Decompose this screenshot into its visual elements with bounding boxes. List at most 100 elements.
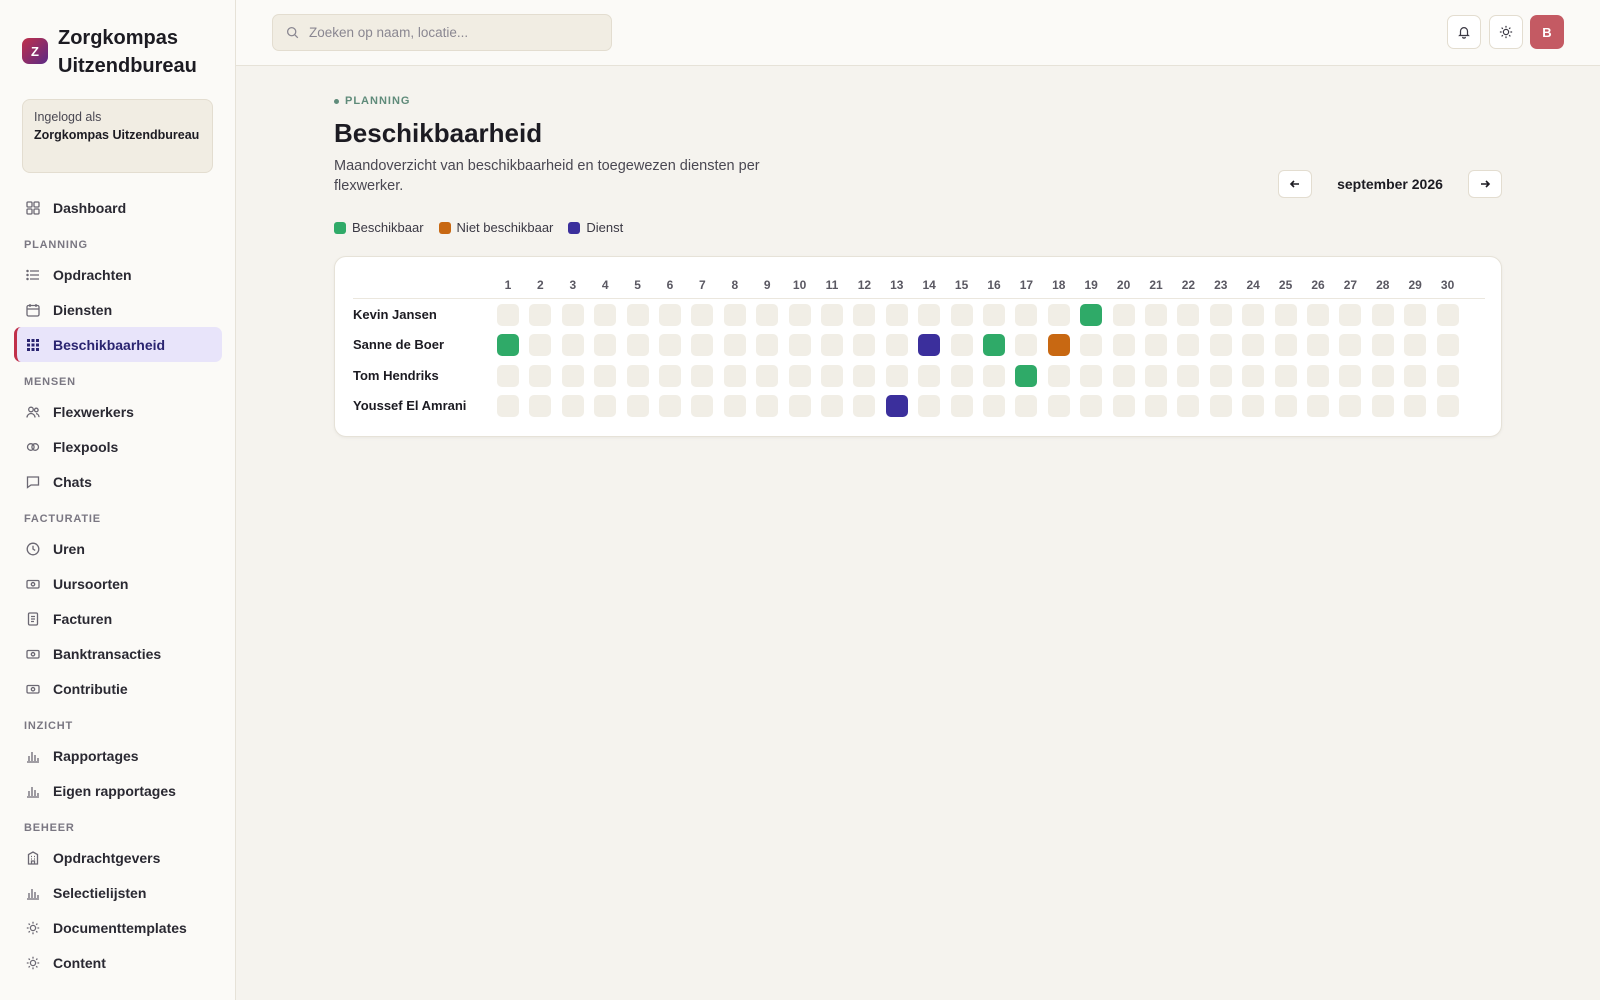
day-cell-empty[interactable] [821,304,843,326]
day-cell-empty[interactable] [1371,334,1394,357]
day-cell-empty[interactable] [1242,394,1265,417]
day-cell-empty[interactable] [1274,394,1297,417]
sidebar-item-eigen-rapportages[interactable]: Eigen rapportages [14,773,222,808]
day-cell-empty[interactable] [885,304,908,326]
day-cell-empty[interactable] [983,364,1005,387]
day-cell-empty[interactable] [1307,304,1329,326]
day-cell-empty[interactable] [529,304,552,326]
day-cell-empty[interactable] [788,304,811,326]
day-cell-empty[interactable] [1145,334,1167,357]
day-cell-empty[interactable] [821,364,843,387]
sidebar-item-flexpools[interactable]: Flexpools [14,429,222,464]
flexworker-name[interactable]: Tom Hendriks [353,368,439,383]
day-cell-empty[interactable] [594,334,617,357]
day-cell-beschikbaar[interactable] [1015,364,1038,387]
day-cell-empty[interactable] [983,304,1005,326]
day-cell-beschikbaar[interactable] [497,334,519,357]
day-cell-empty[interactable] [1209,334,1232,357]
day-cell-empty[interactable] [594,364,617,387]
day-cell-empty[interactable] [918,364,941,387]
day-cell-empty[interactable] [1177,364,1200,387]
day-cell-empty[interactable] [1242,304,1265,326]
day-cell-empty[interactable] [1177,394,1200,417]
day-cell-empty[interactable] [885,364,908,387]
previous-month-button[interactable] [1278,170,1312,198]
day-cell-empty[interactable] [659,364,681,387]
day-cell-empty[interactable] [1274,334,1297,357]
day-cell-empty[interactable] [723,334,746,357]
day-cell-empty[interactable] [561,364,584,387]
day-cell-empty[interactable] [918,304,941,326]
day-cell-empty[interactable] [691,394,714,417]
day-cell-empty[interactable] [950,364,973,387]
day-cell-empty[interactable] [756,394,779,417]
sidebar-item-opdrachten[interactable]: Opdrachten [14,257,222,292]
sidebar-item-content[interactable]: Content [14,945,222,980]
day-cell-empty[interactable] [950,394,973,417]
day-cell-empty[interactable] [788,334,811,357]
day-cell-empty[interactable] [1112,364,1135,387]
day-cell-empty[interactable] [821,394,843,417]
day-cell-empty[interactable] [1015,304,1038,326]
sidebar-item-contributie[interactable]: Contributie [14,671,222,706]
sidebar-item-facturen[interactable]: Facturen [14,601,222,636]
day-cell-empty[interactable] [691,364,714,387]
day-cell-empty[interactable] [1307,364,1329,387]
day-cell-empty[interactable] [950,304,973,326]
day-cell-empty[interactable] [788,394,811,417]
sidebar-item-opdrachtgevers[interactable]: Opdrachtgevers [14,840,222,875]
day-cell-empty[interactable] [983,394,1005,417]
notifications-button[interactable] [1447,15,1481,49]
day-cell-empty[interactable] [1274,304,1297,326]
day-cell-empty[interactable] [853,364,876,387]
day-cell-empty[interactable] [1436,304,1459,326]
day-cell-empty[interactable] [1339,334,1362,357]
day-cell-empty[interactable] [1145,394,1167,417]
search-bar[interactable] [272,14,612,51]
day-cell-empty[interactable] [853,394,876,417]
day-cell-empty[interactable] [691,304,714,326]
day-cell-empty[interactable] [1371,394,1394,417]
day-cell-empty[interactable] [659,394,681,417]
day-cell-beschikbaar[interactable] [1080,304,1103,326]
sidebar-item-uursoorten[interactable]: Uursoorten [14,566,222,601]
day-cell-empty[interactable] [1080,394,1103,417]
day-cell-empty[interactable] [788,364,811,387]
brand[interactable]: Z Zorgkompas Uitzendbureau [22,24,218,80]
day-cell-empty[interactable] [1339,304,1362,326]
day-cell-empty[interactable] [561,394,584,417]
day-cell-empty[interactable] [1307,394,1329,417]
day-cell-empty[interactable] [529,364,552,387]
sidebar-item-selectielijsten[interactable]: Selectielijsten [14,875,222,910]
day-cell-empty[interactable] [1112,394,1135,417]
day-cell-empty[interactable] [1112,304,1135,326]
day-cell-empty[interactable] [723,394,746,417]
day-cell-empty[interactable] [561,304,584,326]
day-cell-empty[interactable] [1112,334,1135,357]
sidebar-item-diensten[interactable]: Diensten [14,292,222,327]
day-cell-empty[interactable] [1436,334,1459,357]
day-cell-empty[interactable] [1080,364,1103,387]
day-cell-empty[interactable] [1209,394,1232,417]
day-cell-empty[interactable] [1047,304,1070,326]
sidebar-item-dashboard[interactable]: Dashboard [14,190,222,225]
flexworker-name[interactable]: Kevin Jansen [353,307,437,322]
day-cell-empty[interactable] [1047,364,1070,387]
day-cell-empty[interactable] [1209,304,1232,326]
day-cell-empty[interactable] [756,334,779,357]
day-cell-empty[interactable] [1436,364,1459,387]
day-cell-empty[interactable] [885,334,908,357]
sidebar-item-flexwerkers[interactable]: Flexwerkers [14,394,222,429]
day-cell-empty[interactable] [1242,364,1265,387]
day-cell-empty[interactable] [626,304,649,326]
day-cell-empty[interactable] [529,334,552,357]
day-cell-empty[interactable] [1307,334,1329,357]
day-cell-empty[interactable] [1404,304,1427,326]
day-cell-empty[interactable] [626,364,649,387]
flexworker-name[interactable]: Youssef El Amrani [353,398,466,413]
day-cell-empty[interactable] [626,394,649,417]
day-cell-empty[interactable] [723,304,746,326]
day-cell-empty[interactable] [756,304,779,326]
day-cell-empty[interactable] [659,334,681,357]
day-cell-beschikbaar[interactable] [983,334,1005,357]
